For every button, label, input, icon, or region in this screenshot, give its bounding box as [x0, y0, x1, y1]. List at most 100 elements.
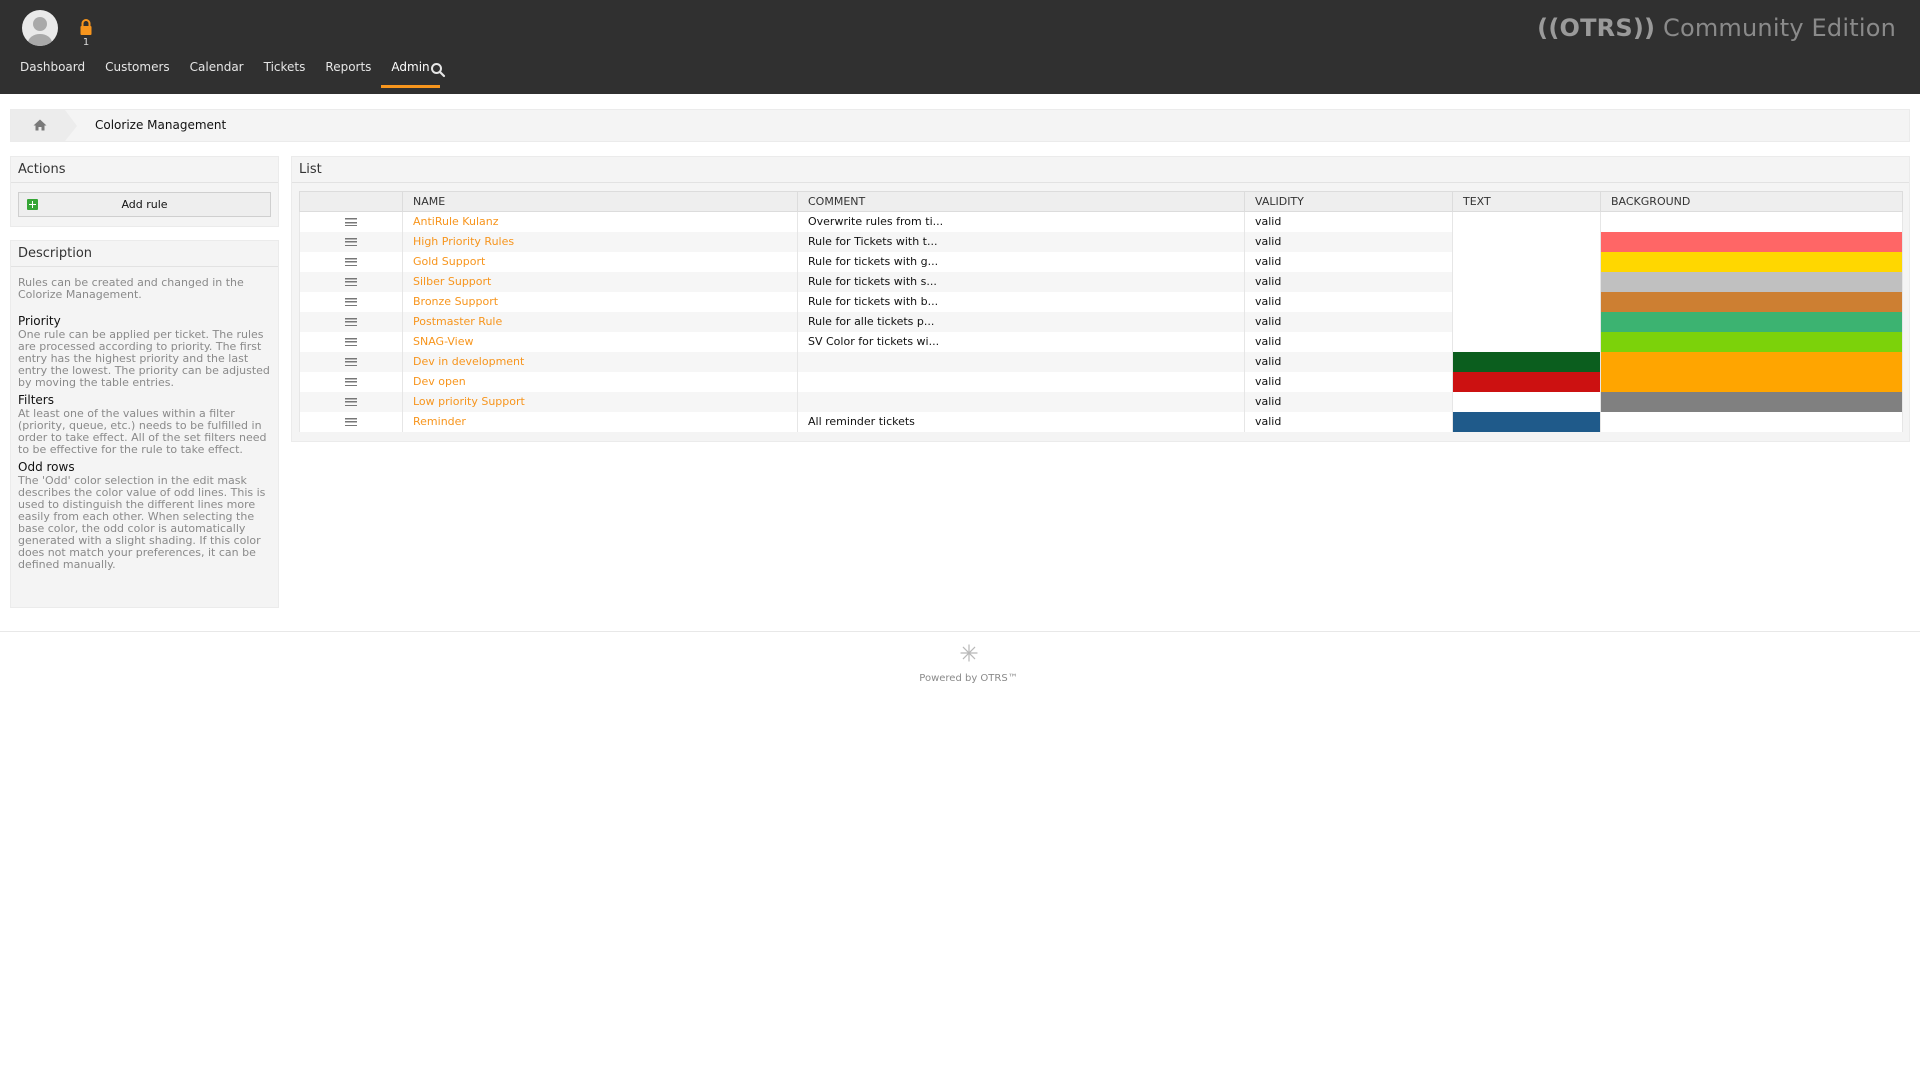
rule-background-color-swatch	[1600, 331, 1903, 352]
rule-text-color-swatch	[1452, 411, 1601, 432]
table-row[interactable]: Gold Support Rule for tickets with g... va…	[299, 251, 1903, 272]
rule-background-color-swatch	[1600, 271, 1903, 292]
rule-name-link[interactable]: Gold Support	[413, 255, 485, 268]
column-header-name[interactable]: NAME	[402, 191, 798, 212]
rule-validity: valid	[1244, 411, 1453, 432]
column-header-text[interactable]: TEXT	[1452, 191, 1601, 212]
rule-comment: All reminder tickets	[797, 411, 1245, 432]
nav-dashboard[interactable]: Dashboard	[10, 52, 95, 88]
rule-comment: Rule for tickets with b...	[797, 291, 1245, 312]
rule-validity: valid	[1244, 351, 1453, 372]
rule-name-link[interactable]: Silber Support	[413, 275, 491, 288]
rule-name-link[interactable]: High Priority Rules	[413, 235, 514, 248]
table-row[interactable]: High Priority Rules Rule for Tickets with…	[299, 231, 1903, 252]
table-row[interactable]: Low priority Support valid	[299, 391, 1903, 412]
rule-name-cell: AntiRule Kulanz	[402, 211, 798, 232]
table-row[interactable]: Bronze Support Rule for tickets with b...…	[299, 291, 1903, 312]
table-row[interactable]: Dev open valid	[299, 371, 1903, 392]
top-header: 1 ((OTRS)) Community Edition Dashboard C…	[0, 0, 1920, 94]
rule-text-color-swatch	[1452, 331, 1601, 352]
nav-reports[interactable]: Reports	[315, 52, 381, 88]
drag-handle[interactable]	[299, 231, 403, 252]
drag-handle-icon	[345, 258, 357, 266]
rule-validity: valid	[1244, 391, 1453, 412]
drag-handle[interactable]	[299, 371, 403, 392]
rule-name-cell: Postmaster Rule	[402, 311, 798, 332]
rule-background-color-swatch	[1600, 251, 1903, 272]
description-body: Rules can be created and changed in the …	[11, 267, 278, 586]
drag-handle[interactable]	[299, 411, 403, 432]
table-row[interactable]: Postmaster Rule Rule for alle tickets p..…	[299, 311, 1903, 332]
rule-text-color-swatch	[1452, 391, 1601, 412]
user-avatar-icon[interactable]	[22, 10, 58, 46]
lock-icon[interactable]	[79, 18, 93, 38]
locked-ticket-count[interactable]: 1	[81, 37, 91, 48]
rule-validity: valid	[1244, 231, 1453, 252]
rule-text-color-swatch	[1452, 311, 1601, 332]
rule-name-cell: High Priority Rules	[402, 231, 798, 252]
description-text-filters: At least one of the values within a filt…	[18, 407, 267, 456]
drag-handle[interactable]	[299, 271, 403, 292]
rule-name-cell: Dev in development	[402, 351, 798, 372]
description-title: Description	[11, 241, 278, 267]
drag-handle[interactable]	[299, 251, 403, 272]
add-rule-button[interactable]: Add rule	[18, 192, 271, 217]
description-heading-filters: Filters	[18, 393, 54, 407]
nav-tickets[interactable]: Tickets	[254, 52, 316, 88]
rule-name-link[interactable]: Dev in development	[413, 355, 524, 368]
rule-comment: Rule for tickets with s...	[797, 271, 1245, 292]
rule-background-color-swatch	[1600, 411, 1903, 432]
breadcrumb-home[interactable]	[11, 110, 65, 141]
rule-validity: valid	[1244, 211, 1453, 232]
table-row[interactable]: AntiRule Kulanz Overwrite rules from ti..…	[299, 211, 1903, 232]
rule-name-link[interactable]: Low priority Support	[413, 395, 525, 408]
description-intro: Rules can be created and changed in the …	[18, 276, 244, 301]
drag-handle-icon	[345, 338, 357, 346]
drag-handle[interactable]	[299, 211, 403, 232]
table-row[interactable]: Reminder All reminder tickets valid	[299, 411, 1903, 432]
rule-name-link[interactable]: Dev open	[413, 375, 466, 388]
drag-handle[interactable]	[299, 311, 403, 332]
rule-text-color-swatch	[1452, 271, 1601, 292]
column-header-comment[interactable]: COMMENT	[797, 191, 1245, 212]
drag-handle[interactable]	[299, 291, 403, 312]
rule-name-cell: Bronze Support	[402, 291, 798, 312]
description-heading-odd-rows: Odd rows	[18, 460, 75, 474]
main-navigation: Dashboard Customers Calendar Tickets Rep…	[10, 52, 440, 88]
search-icon[interactable]	[430, 62, 446, 78]
rule-name-link[interactable]: AntiRule Kulanz	[413, 215, 499, 228]
home-icon	[33, 119, 47, 131]
powered-by-text[interactable]: Powered by OTRS™	[0, 673, 1920, 684]
table-row[interactable]: Silber Support Rule for tickets with s...…	[299, 271, 1903, 292]
otrs-brand-logo: ((OTRS)) Community Edition	[1537, 14, 1896, 42]
column-header-validity[interactable]: VALIDITY	[1244, 191, 1453, 212]
column-header-background[interactable]: BACKGROUND	[1600, 191, 1903, 212]
rule-comment: Rule for alle tickets p...	[797, 311, 1245, 332]
breadcrumb-separator	[65, 110, 77, 141]
rule-name-link[interactable]: SNAG-View	[413, 335, 474, 348]
add-rule-label: Add rule	[121, 198, 168, 211]
rules-table: NAME COMMENT VALIDITY TEXT BACKGROUND An…	[299, 191, 1903, 432]
drag-handle-icon	[345, 298, 357, 306]
table-row[interactable]: SNAG-View SV Color for tickets wi... valid	[299, 331, 1903, 352]
drag-handle[interactable]	[299, 351, 403, 372]
table-row[interactable]: Dev in development valid	[299, 351, 1903, 372]
rule-comment	[797, 391, 1245, 412]
nav-customers[interactable]: Customers	[95, 52, 180, 88]
drag-handle-icon	[345, 278, 357, 286]
description-heading-priority: Priority	[18, 314, 61, 328]
rule-name-link[interactable]: Postmaster Rule	[413, 315, 502, 328]
footer-divider	[0, 631, 1920, 632]
actions-box: Actions Add rule	[10, 156, 279, 227]
rule-name-link[interactable]: Bronze Support	[413, 295, 498, 308]
rule-comment	[797, 351, 1245, 372]
rule-comment	[797, 371, 1245, 392]
rule-background-color-swatch	[1600, 211, 1903, 232]
rule-background-color-swatch	[1600, 371, 1903, 392]
rule-name-cell: SNAG-View	[402, 331, 798, 352]
drag-handle[interactable]	[299, 331, 403, 352]
rule-name-cell: Gold Support	[402, 251, 798, 272]
drag-handle[interactable]	[299, 391, 403, 412]
nav-calendar[interactable]: Calendar	[180, 52, 254, 88]
rule-name-link[interactable]: Reminder	[413, 415, 466, 428]
